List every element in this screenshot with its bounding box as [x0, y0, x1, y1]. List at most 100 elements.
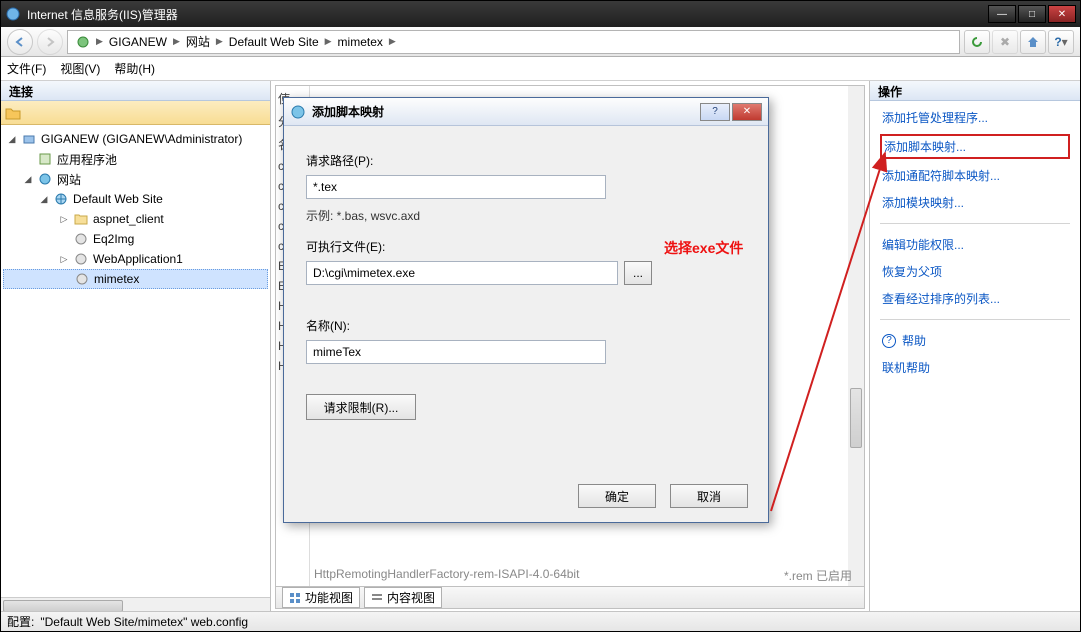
- caret-down-icon[interactable]: ◢: [39, 194, 49, 205]
- tree-child-selected[interactable]: mimetex: [3, 269, 268, 289]
- statusbar: 配置: "Default Web Site/mimetex" web.confi…: [1, 611, 1080, 631]
- name-input[interactable]: [306, 340, 606, 364]
- tree-sites[interactable]: ◢ 网站: [3, 169, 268, 189]
- tree-server-node[interactable]: ◢ GIGANEW (GIGANEW\Administrator): [3, 129, 268, 149]
- connections-pane: 连接 ◢ GIGANEW (GIGANEW\Administrator) 应用程…: [1, 81, 271, 613]
- add-script-mapping-dialog: 添加脚本映射 ? ✕ 请求路径(P): 示例: *.bas, wsvc.axd …: [283, 97, 769, 523]
- close-button[interactable]: ✕: [1048, 5, 1076, 23]
- request-path-input[interactable]: [306, 175, 606, 199]
- tree-child[interactable]: Eq2Img: [3, 229, 268, 249]
- breadcrumb-item[interactable]: mimetex: [334, 35, 387, 49]
- app-icon: [74, 271, 90, 287]
- action-help[interactable]: ? 帮助: [880, 330, 1070, 351]
- caret-right-icon[interactable]: ▷: [59, 214, 69, 225]
- folder-icon: [5, 106, 21, 120]
- ok-button[interactable]: 确定: [578, 484, 656, 508]
- folder-icon: [73, 211, 89, 227]
- executable-input[interactable]: [306, 261, 618, 285]
- chevron-right-icon: ▶: [96, 36, 103, 47]
- breadcrumb-item[interactable]: 网站: [182, 33, 214, 50]
- connections-toolbar[interactable]: [1, 101, 270, 125]
- globe-icon: [53, 191, 69, 207]
- stop-button[interactable]: ✖: [992, 30, 1018, 54]
- chevron-right-icon: ▶: [216, 36, 223, 47]
- connections-header: 连接: [1, 81, 270, 101]
- tree-label: 网站: [57, 171, 81, 188]
- action-label: 帮助: [902, 332, 926, 349]
- grid-icon: [289, 592, 301, 604]
- request-restrictions-button[interactable]: 请求限制(R)...: [306, 394, 416, 420]
- tree-child[interactable]: ▷ aspnet_client: [3, 209, 268, 229]
- caret-down-icon[interactable]: ◢: [7, 134, 17, 145]
- request-path-example: 示例: *.bas, wsvc.axd: [306, 207, 746, 224]
- tree-label: aspnet_client: [93, 212, 164, 226]
- actions-pane: 操作 添加托管处理程序... 添加脚本映射... 添加通配符脚本映射... 添加…: [870, 81, 1080, 613]
- name-label: 名称(N):: [306, 317, 746, 334]
- titlebar: Internet 信息服务(IIS)管理器 — □ ✕: [1, 1, 1080, 27]
- nav-back-button[interactable]: [7, 29, 33, 55]
- breadcrumb[interactable]: ▶ GIGANEW ▶ 网站 ▶ Default Web Site ▶ mime…: [67, 30, 960, 54]
- action-online-help[interactable]: 联机帮助: [880, 357, 1070, 378]
- dialog-close-button[interactable]: ✕: [732, 103, 762, 121]
- request-path-label: 请求路径(P):: [306, 152, 746, 169]
- maximize-button[interactable]: □: [1018, 5, 1046, 23]
- browse-button[interactable]: ...: [624, 261, 652, 285]
- server-icon: [21, 131, 37, 147]
- window-title: Internet 信息服务(IIS)管理器: [27, 6, 988, 23]
- action-edit-permissions[interactable]: 编辑功能权限...: [880, 234, 1070, 255]
- action-add-script-mapping[interactable]: 添加脚本映射...: [880, 134, 1070, 159]
- action-revert[interactable]: 恢复为父项: [880, 261, 1070, 282]
- center-view-tabs: 功能视图 内容视图: [276, 586, 864, 608]
- caret-down-icon[interactable]: ◢: [23, 174, 33, 185]
- connections-tree[interactable]: ◢ GIGANEW (GIGANEW\Administrator) 应用程序池 …: [1, 125, 270, 597]
- tree-child[interactable]: ▷ WebApplication1: [3, 249, 268, 269]
- annotation-text: 选择exe文件: [664, 238, 743, 258]
- tree-label: mimetex: [94, 272, 139, 286]
- dialog-icon: [290, 104, 306, 120]
- separator: [880, 223, 1070, 224]
- cancel-button[interactable]: 取消: [670, 484, 748, 508]
- footline-right: *.rem 已启用: [784, 567, 852, 584]
- action-add-module[interactable]: 添加模块映射...: [880, 192, 1070, 213]
- help-dropdown-button[interactable]: ?▾: [1048, 30, 1074, 54]
- nav-forward-button[interactable]: [37, 29, 63, 55]
- breadcrumb-item[interactable]: GIGANEW: [105, 35, 171, 49]
- tree-label: Eq2Img: [93, 232, 134, 246]
- caret-right-icon[interactable]: ▷: [59, 254, 69, 265]
- menu-view[interactable]: 视图(V): [60, 60, 100, 77]
- tree-label: Default Web Site: [73, 192, 163, 206]
- tree-apppool[interactable]: 应用程序池: [3, 149, 268, 169]
- view-tab-label: 内容视图: [387, 589, 435, 606]
- view-tab-content[interactable]: 内容视图: [364, 587, 442, 608]
- center-vscrollbar[interactable]: [848, 86, 864, 590]
- tree-label: GIGANEW (GIGANEW\Administrator): [41, 132, 242, 146]
- home-button[interactable]: [1020, 30, 1046, 54]
- view-tab-label: 功能视图: [305, 589, 353, 606]
- tree-label: 应用程序池: [57, 151, 117, 168]
- actions-header: 操作: [870, 81, 1080, 101]
- dialog-help-button[interactable]: ?: [700, 103, 730, 121]
- action-add-wildcard[interactable]: 添加通配符脚本映射...: [880, 165, 1070, 186]
- center-last-row: HttpRemotingHandlerFactory-rem-ISAPI-4.0…: [314, 567, 852, 584]
- apppool-icon: [37, 151, 53, 167]
- status-label: 配置:: [7, 613, 34, 630]
- menu-file[interactable]: 文件(F): [7, 60, 46, 77]
- minimize-button[interactable]: —: [988, 5, 1016, 23]
- breadcrumb-root-icon[interactable]: [72, 35, 94, 49]
- status-value: "Default Web Site/mimetex" web.config: [40, 615, 248, 629]
- sites-icon: [37, 171, 53, 187]
- view-tab-features[interactable]: 功能视图: [282, 587, 360, 608]
- action-add-managed[interactable]: 添加托管处理程序...: [880, 107, 1070, 128]
- navbar: ▶ GIGANEW ▶ 网站 ▶ Default Web Site ▶ mime…: [1, 27, 1080, 57]
- refresh-button[interactable]: [964, 30, 990, 54]
- dialog-title: 添加脚本映射: [312, 103, 694, 120]
- chevron-right-icon: ▶: [389, 36, 396, 47]
- action-view-ordered[interactable]: 查看经过排序的列表...: [880, 288, 1070, 309]
- tree-default-site[interactable]: ◢ Default Web Site: [3, 189, 268, 209]
- breadcrumb-item[interactable]: Default Web Site: [225, 35, 323, 49]
- footline-left: HttpRemotingHandlerFactory-rem-ISAPI-4.0…: [314, 567, 579, 584]
- iis-icon: [5, 6, 21, 22]
- dialog-titlebar[interactable]: 添加脚本映射 ? ✕: [284, 98, 768, 126]
- menu-help[interactable]: 帮助(H): [114, 60, 155, 77]
- tree-label: WebApplication1: [93, 252, 183, 266]
